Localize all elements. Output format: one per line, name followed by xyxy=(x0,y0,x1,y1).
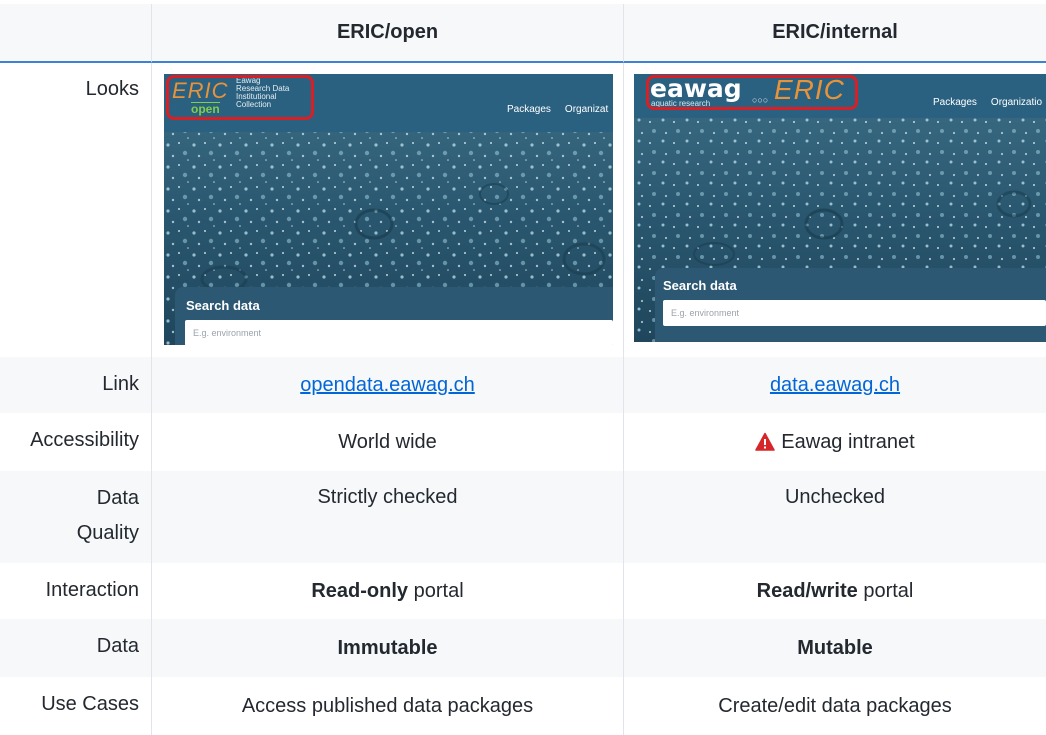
row-label-use-cases: Use Cases xyxy=(0,677,152,735)
interaction-open-cell: Read-only portal xyxy=(152,563,624,619)
link-internal-cell: data.eawag.ch xyxy=(624,357,1046,413)
usecases-internal: Create/edit data packages xyxy=(718,694,952,717)
row-label-data-quality-line1: Data xyxy=(96,487,139,509)
interaction-open-bold: Read-only xyxy=(311,579,409,602)
opendata-link[interactable]: opendata.eawag.ch xyxy=(300,374,475,397)
interaction-internal-cell: Read/write portal xyxy=(624,563,1046,619)
search-placeholder: E.g. environment xyxy=(671,308,740,318)
row-label-data-quality: Data Quality xyxy=(0,471,152,563)
interaction-internal-bold: Read/write xyxy=(756,579,858,602)
usecases-open: Access published data packages xyxy=(152,677,624,735)
search-placeholder: E.g. environment xyxy=(193,328,262,338)
logo-highlight-box xyxy=(166,75,314,120)
search-title: Search data xyxy=(663,278,737,293)
interaction-internal-rest: portal xyxy=(857,579,914,602)
data-open: Immutable xyxy=(152,619,624,677)
row-label-accessibility: Accessibility xyxy=(0,413,152,471)
row-label-link: Link xyxy=(0,357,152,413)
header-empty-cell xyxy=(0,4,152,63)
search-input[interactable]: E.g. environment xyxy=(663,300,1046,326)
logo-highlight-box xyxy=(646,75,858,110)
quality-open: Strictly checked xyxy=(152,471,624,563)
warning-triangle-icon xyxy=(755,432,776,451)
site-nav: Packages Organizatio xyxy=(933,97,1046,108)
link-open-cell: opendata.eawag.ch xyxy=(152,357,624,413)
search-panel: Search data E.g. environment xyxy=(655,268,1046,342)
row-label-looks: Looks xyxy=(0,63,152,357)
nav-organizations[interactable]: Organizat xyxy=(565,104,608,115)
eric-open-screenshot: ERIC open Eawag Research Data Institutio… xyxy=(164,74,613,345)
eric-internal-screenshot: eawag aquatic research ○○○ ERIC Packages… xyxy=(634,74,1046,342)
data-eawag-link[interactable]: data.eawag.ch xyxy=(770,374,900,397)
search-title: Search data xyxy=(186,298,260,313)
accessibility-internal-text: Eawag intranet xyxy=(781,430,915,453)
accessibility-open: World wide xyxy=(152,413,624,471)
header-eric-open: ERIC/open xyxy=(152,4,624,63)
row-label-interaction: Interaction xyxy=(0,563,152,619)
accessibility-internal-cell: Eawag intranet xyxy=(624,413,1046,471)
nav-packages[interactable]: Packages xyxy=(933,97,977,108)
header-eric-internal: ERIC/internal xyxy=(624,4,1046,63)
nav-packages[interactable]: Packages xyxy=(507,104,551,115)
row-label-data-quality-line2: Quality xyxy=(76,522,139,544)
nav-organizations[interactable]: Organizatio xyxy=(991,97,1042,108)
row-label-data: Data xyxy=(0,619,152,677)
data-internal: Mutable xyxy=(624,619,1046,677)
interaction-open-rest: portal xyxy=(408,579,464,602)
site-nav: Packages Organizat xyxy=(507,104,613,115)
search-input[interactable]: E.g. environment xyxy=(185,320,613,345)
search-panel: Search data E.g. environment xyxy=(175,287,613,345)
quality-internal: Unchecked xyxy=(624,471,1046,563)
